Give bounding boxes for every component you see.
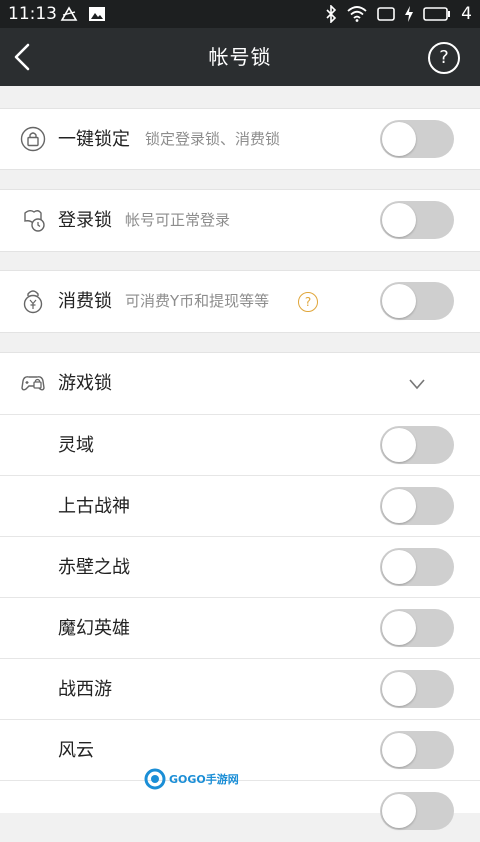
lock-desc: 锁定登录锁、消费锁 — [145, 130, 281, 148]
game-name: 灵域 — [58, 435, 94, 456]
lock-desc: 可消费Y币和提现等等 — [125, 292, 270, 310]
gamepad-lock-icon — [21, 376, 45, 391]
toggle-knob — [382, 733, 416, 767]
consumption-help-icon[interactable]: ? — [298, 292, 318, 312]
toggle-knob — [382, 489, 416, 523]
game-row-partial — [0, 781, 480, 842]
bluetooth-icon — [326, 5, 337, 23]
toggle-knob — [382, 550, 416, 584]
game-lock-title: 游戏锁 — [58, 373, 112, 394]
toggle-knob — [382, 428, 416, 462]
login-lock-icon — [24, 210, 45, 232]
game-name: 战西游 — [58, 679, 112, 700]
watermark-logo-icon — [144, 768, 166, 790]
game-name: 魔幻英雄 — [58, 618, 130, 639]
charging-icon — [405, 6, 414, 22]
game-row: 魔幻英雄 — [0, 598, 480, 659]
page-title: 帐号锁 — [208, 45, 272, 69]
toggle-knob — [382, 284, 416, 318]
login-lock-section: 登录锁 帐号可正常登录 — [0, 189, 480, 252]
status-bar: 11:13 4 — [0, 0, 480, 28]
notification-icon — [60, 6, 78, 21]
lock-row-consumption: 消费锁 可消费Y币和提现等等 ? — [0, 271, 480, 332]
battery-level: 4 — [461, 4, 472, 24]
help-button[interactable]: ? — [428, 42, 460, 74]
wifi-icon — [347, 6, 367, 22]
game-lock-toggle[interactable] — [380, 548, 454, 586]
consumption-lock-section: 消费锁 可消费Y币和提现等等 ? — [0, 270, 480, 333]
one-key-lock-toggle[interactable] — [380, 120, 454, 158]
toggle-knob — [382, 794, 416, 828]
game-row: 赤壁之战 — [0, 537, 480, 598]
game-lock-toggle[interactable] — [380, 426, 454, 464]
lock-row-one-key: 一键锁定 锁定登录锁、消费锁 — [0, 109, 480, 170]
lock-row-login: 登录锁 帐号可正常登录 — [0, 190, 480, 251]
toggle-knob — [382, 122, 416, 156]
game-name: 风云 — [58, 740, 94, 761]
game-lock-section: 游戏锁 灵域 上古战神 赤壁之战 魔幻英雄 战西游 风云 — [0, 352, 480, 830]
lock-desc: 帐号可正常登录 — [125, 211, 231, 229]
toggle-knob — [382, 611, 416, 645]
game-name: 上古战神 — [58, 496, 130, 517]
game-lock-toggle[interactable] — [380, 670, 454, 708]
lock-title: 一键锁定 — [58, 129, 130, 150]
game-lock-toggle[interactable] — [380, 792, 454, 830]
game-row: 风云 — [0, 720, 480, 781]
lock-icon — [20, 126, 46, 152]
one-key-lock-section: 一键锁定 锁定登录锁、消费锁 — [0, 108, 480, 170]
image-notification-icon — [89, 7, 105, 21]
lock-title: 登录锁 — [58, 210, 112, 231]
game-lock-toggle[interactable] — [380, 487, 454, 525]
game-lock-toggle[interactable] — [380, 609, 454, 647]
coin-lock-icon — [23, 290, 43, 314]
game-row: 战西游 — [0, 659, 480, 720]
consumption-lock-toggle[interactable] — [380, 282, 454, 320]
game-row: 上古战神 — [0, 476, 480, 537]
lock-title: 消费锁 — [58, 291, 112, 312]
status-time: 11:13 — [8, 4, 57, 24]
chevron-down-icon[interactable] — [408, 375, 426, 393]
battery-icon — [423, 7, 451, 21]
game-row: 灵域 — [0, 415, 480, 476]
game-name: 赤壁之战 — [58, 557, 130, 578]
app-bar: 帐号锁 ? — [0, 28, 480, 86]
game-lock-toggle[interactable] — [380, 731, 454, 769]
toggle-knob — [382, 672, 416, 706]
screen-icon — [377, 7, 395, 21]
login-lock-toggle[interactable] — [380, 201, 454, 239]
watermark-text: GOGO手游网 — [169, 773, 239, 786]
toggle-knob — [382, 203, 416, 237]
watermark: GOGO手游网 — [144, 768, 239, 790]
game-lock-header[interactable]: 游戏锁 — [0, 353, 480, 414]
